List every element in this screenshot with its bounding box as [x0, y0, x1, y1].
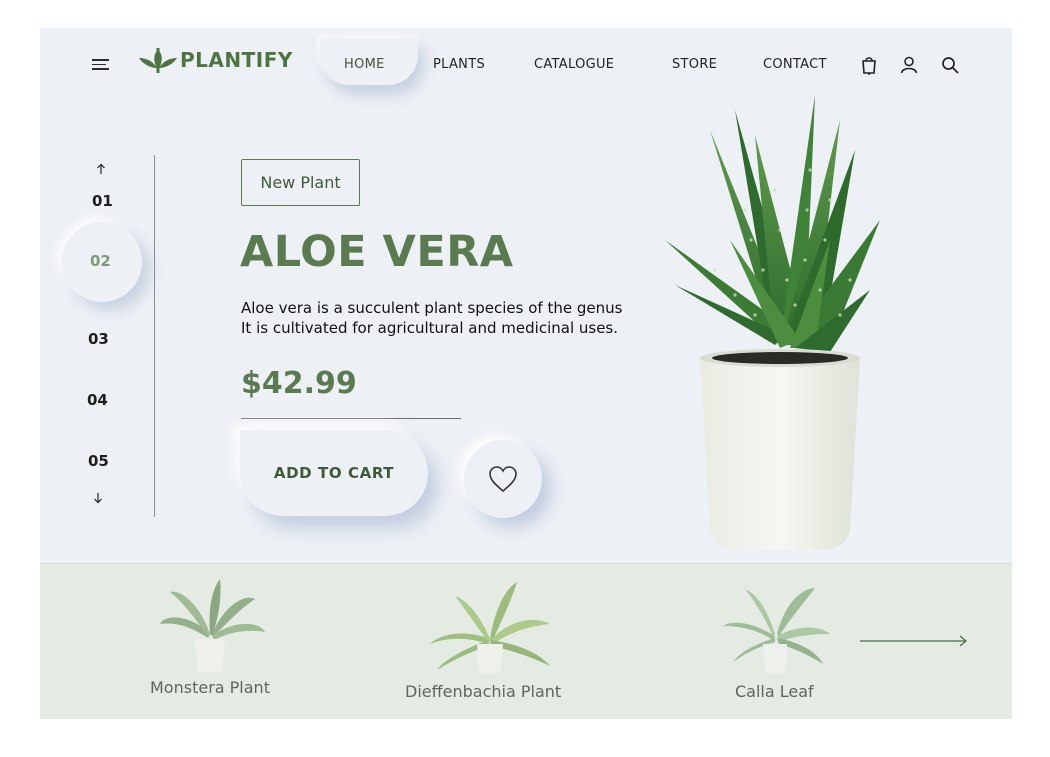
related-item-dieffenbachia[interactable]: Dieffenbachia Plant [405, 574, 585, 719]
menu-icon[interactable] [92, 59, 109, 71]
related-item-calla[interactable]: Calla Leaf [710, 574, 850, 719]
product-description: Aloe vera is a succulent plant species o… [241, 298, 671, 338]
add-to-cart-button[interactable]: ADD TO CART [240, 430, 428, 516]
page-frame: PLANTIFY HOME PLANTS CATALOGUE STORE CON… [40, 28, 1012, 719]
description-line-1: Aloe vera is a succulent plant species o… [241, 299, 623, 317]
leaf-logo-icon [139, 48, 177, 74]
slide-04[interactable]: 04 [87, 391, 108, 409]
nav-home[interactable]: HOME [344, 57, 385, 72]
slide-05[interactable]: 05 [88, 452, 109, 470]
slider-divider [154, 155, 155, 517]
related-item-name: Dieffenbachia Plant [405, 682, 562, 701]
related-item-name: Monstera Plant [150, 678, 270, 697]
nav-catalogue[interactable]: CATALOGUE [534, 57, 614, 72]
brand-name: PLANTIFY [180, 48, 293, 72]
nav-contact[interactable]: CONTACT [763, 57, 827, 72]
arrow-down-icon[interactable] [93, 492, 103, 504]
product-price: $42.99 [241, 366, 357, 401]
search-icon[interactable] [940, 55, 960, 75]
favorite-button[interactable] [464, 440, 542, 518]
heart-icon [489, 466, 517, 493]
monstera-image [160, 579, 265, 672]
logo[interactable]: PLANTIFY [138, 46, 293, 74]
description-line-2: It is cultivated for agricultural and me… [241, 319, 619, 337]
related-item-name: Calla Leaf [735, 682, 814, 701]
new-plant-badge: New Plant [241, 159, 360, 206]
user-icon[interactable] [899, 55, 919, 75]
slide-03[interactable]: 03 [88, 330, 109, 348]
arrow-up-icon[interactable] [96, 163, 106, 175]
dieffenbachia-image [430, 582, 550, 673]
price-underline [241, 418, 461, 419]
calla-leaf-image [723, 588, 830, 673]
cart-icon[interactable] [859, 55, 879, 75]
nav-plants[interactable]: PLANTS [433, 57, 485, 72]
arrow-right-icon[interactable] [860, 634, 970, 648]
related-item-monstera[interactable]: Monstera Plant [150, 574, 300, 714]
nav-store[interactable]: STORE [672, 57, 717, 72]
aloe-vera-image [665, 95, 880, 550]
product-title: ALOE VERA [240, 227, 514, 277]
related-plants-strip: Monstera Plant Dieffenbachia Plant Calla… [40, 563, 1012, 719]
slide-02[interactable]: 02 [90, 252, 111, 270]
slide-01[interactable]: 01 [92, 192, 113, 210]
